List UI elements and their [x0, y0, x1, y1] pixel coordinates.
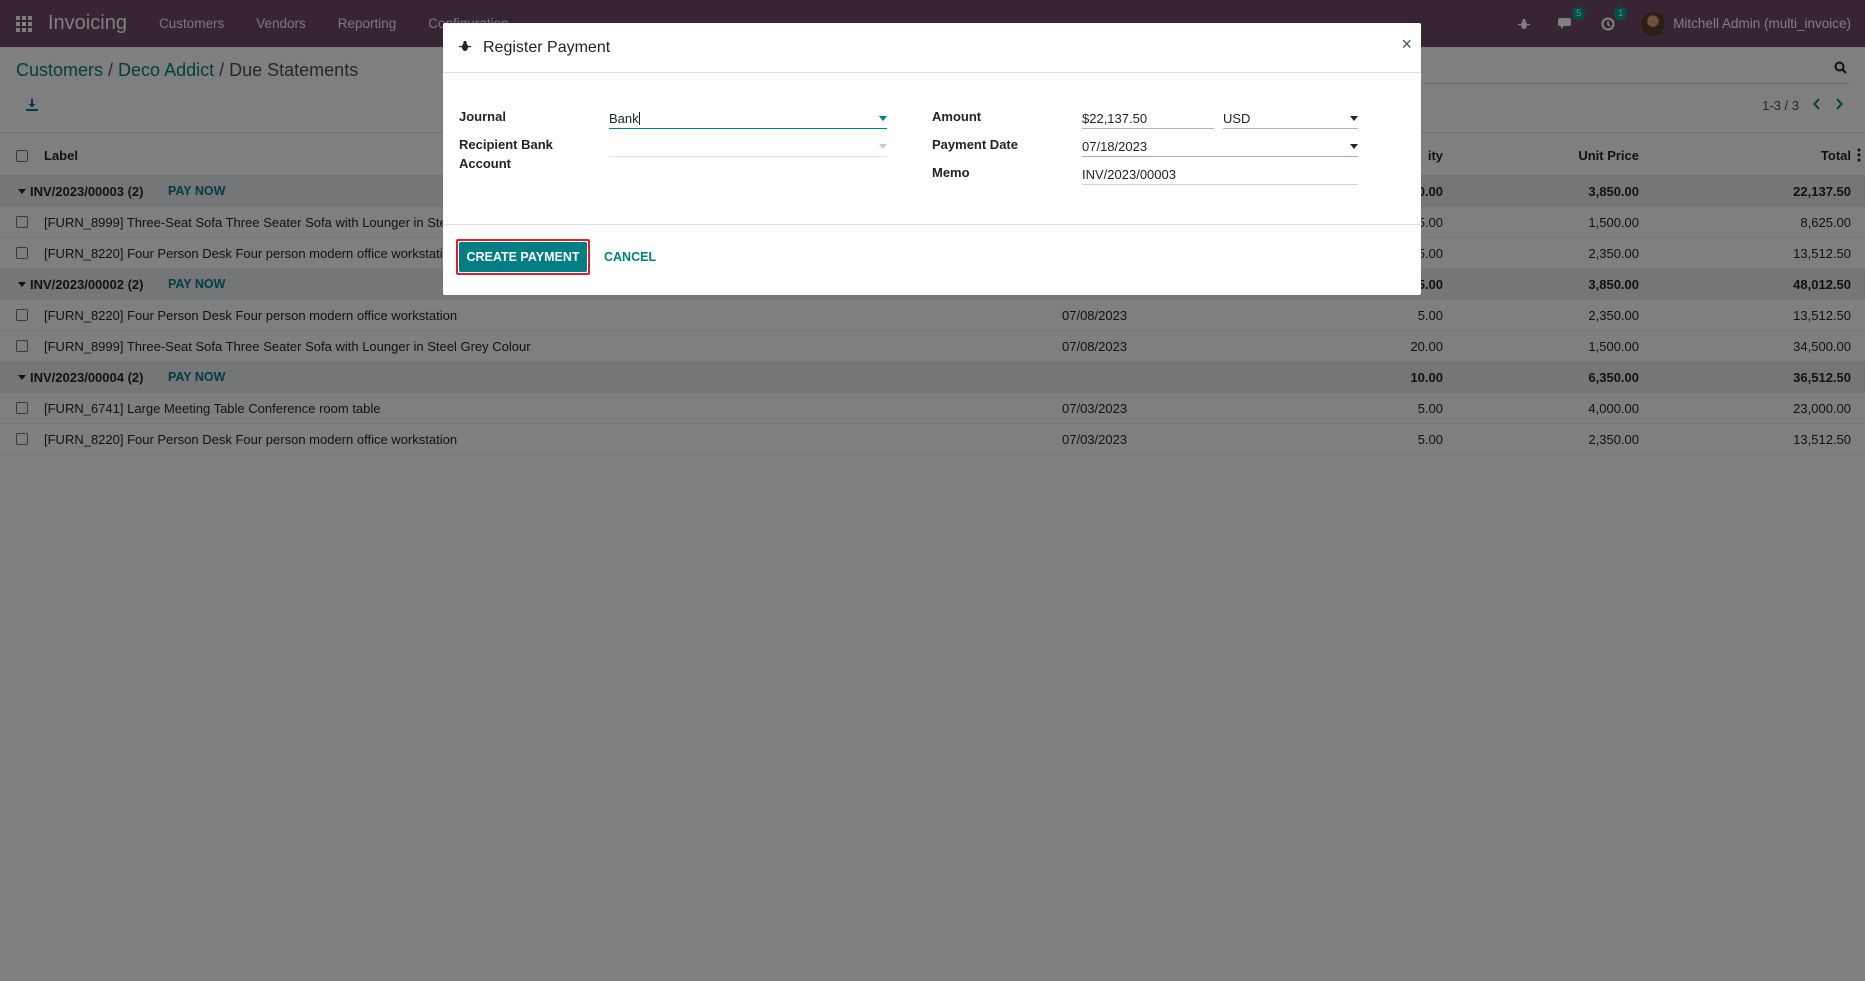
journal-dropdown-icon[interactable]: [879, 116, 887, 121]
recipient-bank-label-line2: Account: [459, 156, 511, 171]
amount-label: Amount: [932, 109, 982, 124]
memo-value: INV/2023/00003: [1082, 167, 1176, 182]
recipient-dropdown-icon[interactable]: [879, 144, 887, 149]
currency-value: USD: [1223, 111, 1251, 126]
close-icon[interactable]: ×: [1401, 35, 1412, 53]
currency-select[interactable]: USD: [1223, 107, 1358, 129]
memo-input[interactable]: INV/2023/00003: [1082, 163, 1358, 185]
payment-date-label: Payment Date: [932, 137, 1018, 152]
journal-value: Bank: [609, 111, 639, 126]
memo-label: Memo: [932, 165, 970, 180]
currency-dropdown-icon[interactable]: [1350, 116, 1358, 121]
recipient-bank-label: Recipient Bank Account: [459, 135, 553, 173]
dialog-title: Register Payment: [483, 38, 611, 56]
cancel-button[interactable]: CANCEL: [604, 250, 656, 264]
dialog-footer: CREATE PAYMENT CANCEL: [443, 225, 1421, 294]
dialog-header: Register Payment ×: [443, 23, 1421, 73]
recipient-bank-label-line1: Recipient Bank: [459, 137, 553, 152]
recipient-bank-select[interactable]: [609, 135, 887, 157]
amount-value: $22,137.50: [1082, 111, 1148, 126]
create-payment-button[interactable]: CREATE PAYMENT: [459, 242, 587, 272]
text-cursor: [638, 112, 640, 125]
amount-input[interactable]: $22,137.50: [1082, 107, 1214, 129]
date-dropdown-icon[interactable]: [1350, 144, 1358, 149]
payment-date-value: 07/18/2023: [1082, 139, 1148, 154]
journal-select[interactable]: Bank: [609, 107, 887, 129]
journal-label: Journal: [459, 109, 506, 124]
dialog-body: Journal Bank Recipient Bank Account Amou…: [443, 73, 1421, 225]
register-payment-dialog: Register Payment × Journal Bank Recipien…: [443, 23, 1421, 295]
payment-date-input[interactable]: 07/18/2023: [1082, 135, 1358, 157]
debug-bug-icon: [459, 40, 471, 55]
